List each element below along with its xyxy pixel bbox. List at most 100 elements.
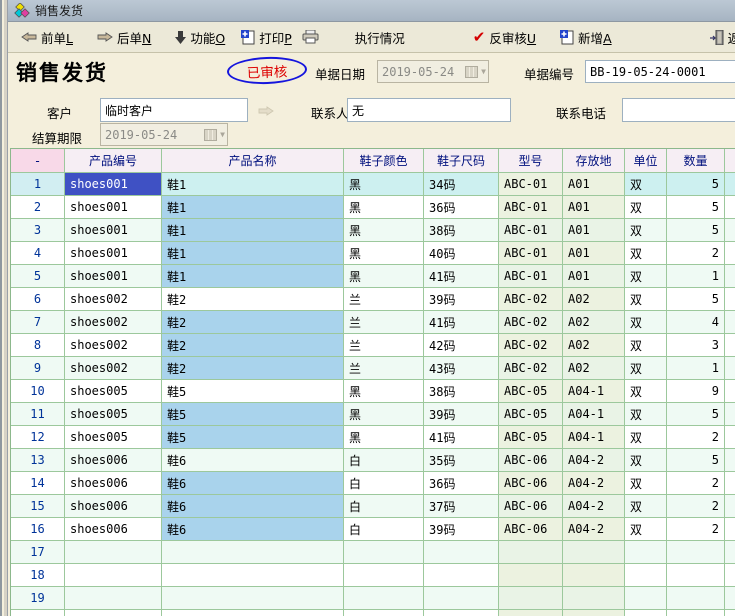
table-cell-qty[interactable]: 2 bbox=[667, 472, 725, 495]
column-header-price[interactable]: 单价 bbox=[725, 149, 735, 173]
table-cell-color[interactable]: 黑 bbox=[344, 380, 424, 403]
table-cell-size[interactable]: 34码 bbox=[424, 173, 499, 196]
table-cell-price[interactable] bbox=[725, 449, 735, 472]
table-cell-unit[interactable]: 双 bbox=[625, 173, 667, 196]
table-cell-size[interactable]: 36码 bbox=[424, 196, 499, 219]
table-cell-size[interactable]: 41码 bbox=[424, 311, 499, 334]
table-cell-qty[interactable]: 1 bbox=[667, 265, 725, 288]
table-cell-qty[interactable]: 2 bbox=[667, 242, 725, 265]
column-header-model[interactable]: 型号 bbox=[499, 149, 563, 173]
table-cell-loc[interactable]: A04-1 bbox=[563, 403, 625, 426]
table-cell-model[interactable]: ABC-02 bbox=[499, 311, 563, 334]
table-cell-unit[interactable]: 双 bbox=[625, 357, 667, 380]
table-cell-color[interactable]: 白 bbox=[344, 472, 424, 495]
table-cell-loc[interactable]: A01 bbox=[563, 242, 625, 265]
table-cell-price[interactable] bbox=[725, 288, 735, 311]
table-cell-size[interactable]: 38码 bbox=[424, 219, 499, 242]
table-cell-color[interactable]: 黑 bbox=[344, 403, 424, 426]
table-cell-model[interactable]: ABC-01 bbox=[499, 219, 563, 242]
table-cell-color[interactable]: 兰 bbox=[344, 311, 424, 334]
table-cell-unit[interactable]: 双 bbox=[625, 242, 667, 265]
table-cell-code[interactable]: shoes002 bbox=[65, 357, 162, 380]
table-cell-loc[interactable]: A04-2 bbox=[563, 449, 625, 472]
doc-date-field[interactable]: 2019-05-24 ▼ bbox=[377, 60, 489, 83]
table-cell-unit[interactable] bbox=[625, 541, 667, 564]
table-cell-model[interactable]: ABC-02 bbox=[499, 357, 563, 380]
table-cell-num[interactable]: 1 bbox=[11, 173, 65, 196]
table-cell-loc[interactable]: A01 bbox=[563, 219, 625, 242]
table-cell-loc[interactable] bbox=[563, 587, 625, 610]
table-cell-unit[interactable]: 双 bbox=[625, 311, 667, 334]
table-cell-price[interactable] bbox=[725, 380, 735, 403]
table-cell-model[interactable] bbox=[499, 610, 563, 616]
table-cell-unit[interactable]: 双 bbox=[625, 334, 667, 357]
table-cell-code[interactable]: shoes006 bbox=[65, 518, 162, 541]
contact-field[interactable]: 无 bbox=[347, 98, 511, 122]
table-cell-code[interactable] bbox=[65, 541, 162, 564]
table-cell-name[interactable] bbox=[162, 587, 344, 610]
table-cell-color[interactable]: 黑 bbox=[344, 219, 424, 242]
table-cell-name[interactable] bbox=[162, 541, 344, 564]
table-cell-model[interactable]: ABC-01 bbox=[499, 242, 563, 265]
customer-field[interactable]: 临时客户 bbox=[100, 98, 248, 122]
next-doc-button[interactable]: 后单N bbox=[92, 25, 156, 49]
table-cell-loc[interactable]: A04-2 bbox=[563, 472, 625, 495]
table-cell-code[interactable]: shoes005 bbox=[65, 380, 162, 403]
table-cell-unit[interactable] bbox=[625, 610, 667, 616]
calendar-dropdown[interactable]: ▼ bbox=[456, 63, 486, 80]
table-cell-name[interactable]: 鞋1 bbox=[162, 242, 344, 265]
table-cell-code[interactable]: shoes001 bbox=[65, 242, 162, 265]
table-cell-name[interactable] bbox=[162, 564, 344, 587]
table-cell-code[interactable]: shoes006 bbox=[65, 495, 162, 518]
table-cell-num[interactable]: 19 bbox=[11, 587, 65, 610]
table-cell-size[interactable]: 35码 bbox=[424, 449, 499, 472]
table-cell-num[interactable]: 16 bbox=[11, 518, 65, 541]
table-cell-num[interactable]: 18 bbox=[11, 564, 65, 587]
table-cell-loc[interactable] bbox=[563, 541, 625, 564]
table-cell-model[interactable]: ABC-06 bbox=[499, 495, 563, 518]
table-cell-model[interactable]: ABC-02 bbox=[499, 288, 563, 311]
column-header-color[interactable]: 鞋子颜色 bbox=[344, 149, 424, 173]
table-cell-color[interactable]: 兰 bbox=[344, 357, 424, 380]
table-cell-unit[interactable] bbox=[625, 564, 667, 587]
table-cell-unit[interactable]: 双 bbox=[625, 380, 667, 403]
table-cell-color[interactable] bbox=[344, 587, 424, 610]
table-cell-price[interactable] bbox=[725, 196, 735, 219]
table-cell-loc[interactable]: A02 bbox=[563, 357, 625, 380]
doc-no-field[interactable]: BB-19-05-24-0001 bbox=[585, 60, 735, 83]
table-cell-num[interactable]: 13 bbox=[11, 449, 65, 472]
table-cell-size[interactable] bbox=[424, 541, 499, 564]
unaudit-button[interactable]: ✔ 反审核U bbox=[468, 25, 541, 49]
table-cell-loc[interactable]: A01 bbox=[563, 265, 625, 288]
table-cell-loc[interactable]: A02 bbox=[563, 311, 625, 334]
table-cell-unit[interactable] bbox=[625, 587, 667, 610]
table-cell-price[interactable] bbox=[725, 242, 735, 265]
table-cell-model[interactable] bbox=[499, 541, 563, 564]
table-cell-loc[interactable] bbox=[563, 564, 625, 587]
table-cell-num[interactable]: 4 bbox=[11, 242, 65, 265]
table-cell-num[interactable]: 6 bbox=[11, 288, 65, 311]
table-cell-name[interactable]: 鞋1 bbox=[162, 265, 344, 288]
table-cell-price[interactable] bbox=[725, 265, 735, 288]
table-cell-price[interactable] bbox=[725, 357, 735, 380]
table-cell-unit[interactable]: 双 bbox=[625, 219, 667, 242]
table-cell-qty[interactable]: 2 bbox=[667, 426, 725, 449]
table-cell-qty[interactable] bbox=[667, 587, 725, 610]
table-cell-code[interactable]: shoes001 bbox=[65, 219, 162, 242]
table-cell-model[interactable]: ABC-05 bbox=[499, 426, 563, 449]
prev-doc-button[interactable]: 前单L bbox=[16, 25, 78, 49]
table-cell-size[interactable]: 37码 bbox=[424, 495, 499, 518]
table-cell-unit[interactable]: 双 bbox=[625, 426, 667, 449]
table-cell-color[interactable]: 黑 bbox=[344, 173, 424, 196]
table-cell-price[interactable] bbox=[725, 426, 735, 449]
table-cell-code[interactable]: shoes002 bbox=[65, 311, 162, 334]
table-cell-size[interactable]: 39码 bbox=[424, 288, 499, 311]
table-cell-model[interactable]: ABC-01 bbox=[499, 173, 563, 196]
printer-button[interactable] bbox=[297, 25, 324, 49]
table-cell-model[interactable]: ABC-05 bbox=[499, 403, 563, 426]
table-cell-loc[interactable] bbox=[563, 610, 625, 616]
table-cell-name[interactable]: 鞋2 bbox=[162, 357, 344, 380]
column-header-unit[interactable]: 单位 bbox=[625, 149, 667, 173]
table-cell-num[interactable]: 8 bbox=[11, 334, 65, 357]
table-cell-model[interactable]: ABC-01 bbox=[499, 265, 563, 288]
